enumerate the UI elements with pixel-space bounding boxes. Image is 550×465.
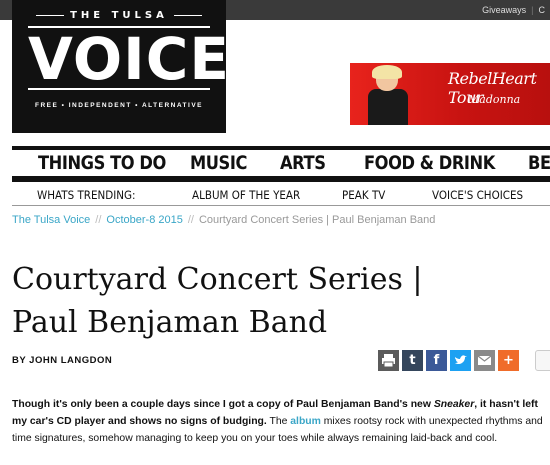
article-title-line-1: Courtyard Concert Series | bbox=[12, 262, 423, 297]
breadcrumb-separator: // bbox=[95, 214, 102, 226]
album-link[interactable]: album bbox=[290, 416, 321, 427]
lead-text-1: Though it's only been a couple days sinc… bbox=[12, 399, 434, 410]
breadcrumb: The Tulsa Voice // October-8 2015 // Courtya… bbox=[12, 214, 435, 226]
print-icon[interactable] bbox=[378, 350, 399, 371]
main-navigation: THINGS TO DO MUSIC ARTS FOOD & DRINK BES bbox=[12, 146, 550, 182]
breadcrumb-current: Courtyard Concert Series | Paul Benjaman… bbox=[198, 214, 436, 226]
article-body: Though it's only been a couple days sinc… bbox=[12, 396, 548, 447]
nav-arts[interactable]: ARTS bbox=[280, 153, 326, 174]
nav-things-to-do[interactable]: THINGS TO DO bbox=[38, 153, 166, 174]
nav-music[interactable]: MUSIC bbox=[190, 153, 247, 174]
trend-voices-choices[interactable]: VOICE'S CHOICES bbox=[432, 188, 523, 202]
topbar-link-2[interactable]: C bbox=[534, 5, 550, 15]
giveaways-link[interactable]: Giveaways bbox=[477, 5, 531, 15]
breadcrumb-home[interactable]: The Tulsa Voice bbox=[12, 214, 90, 226]
more-share-icon[interactable]: + bbox=[498, 350, 519, 371]
breadcrumb-separator: // bbox=[187, 214, 194, 226]
breadcrumb-date[interactable]: October-8 2015 bbox=[106, 214, 182, 226]
article-title-line-2: Paul Benjaman Band bbox=[12, 305, 328, 340]
logo-top-text: THE TULSA bbox=[12, 10, 226, 21]
body-text-1: The bbox=[266, 416, 291, 427]
share-counter bbox=[535, 350, 550, 371]
top-utility-links: Giveaways | C bbox=[477, 0, 550, 20]
share-buttons: t f + bbox=[378, 350, 522, 371]
ad-subtitle: Madonna bbox=[468, 93, 521, 106]
logo-main-text: VOICE bbox=[28, 25, 230, 93]
article-title: Courtyard Concert Series | Paul Benjaman… bbox=[12, 258, 542, 344]
tumblr-icon[interactable]: t bbox=[402, 350, 423, 371]
facebook-icon[interactable]: f bbox=[426, 350, 447, 371]
nav-food-drink[interactable]: FOOD & DRINK bbox=[364, 153, 495, 174]
article-byline: BY JOHN LANGDON bbox=[12, 355, 113, 366]
ad-photo bbox=[364, 65, 410, 125]
album-name: Sneaker bbox=[433, 399, 475, 410]
site-logo[interactable]: THE TULSA VOICE FREE • INDEPENDENT • ALT… bbox=[12, 0, 230, 133]
logo-tagline: FREE • INDEPENDENT • ALTERNATIVE bbox=[35, 102, 203, 109]
email-icon[interactable] bbox=[474, 350, 495, 371]
trending-navigation: WHATS TRENDING: ALBUM OF THE YEAR PEAK T… bbox=[12, 182, 550, 206]
trend-peak-tv[interactable]: PEAK TV bbox=[342, 188, 385, 202]
trending-label: WHATS TRENDING: bbox=[37, 188, 136, 202]
nav-best[interactable]: BES bbox=[528, 153, 550, 174]
trend-album-of-the-year[interactable]: ALBUM OF THE YEAR bbox=[192, 188, 300, 202]
banner-ad[interactable]: RebelHeart Tour Madonna bbox=[350, 63, 550, 125]
twitter-icon[interactable] bbox=[450, 350, 471, 371]
